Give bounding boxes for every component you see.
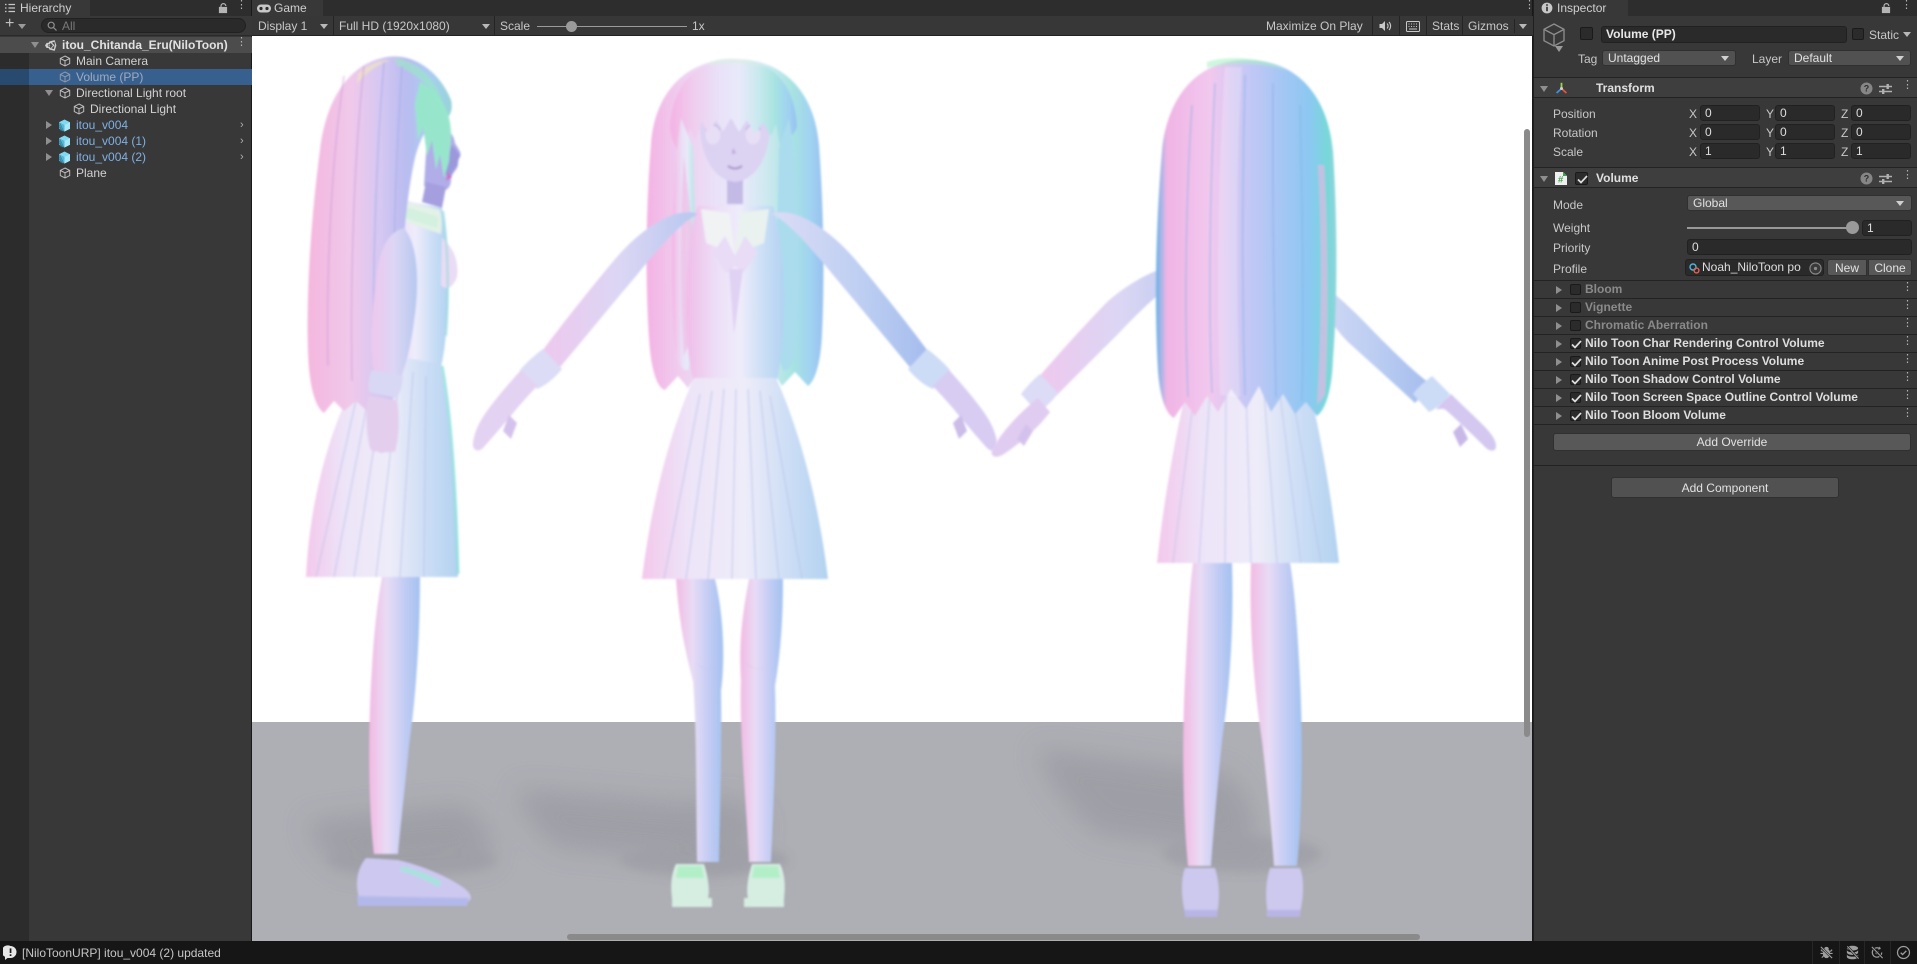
- svg-text:#: #: [1558, 175, 1564, 186]
- svg-text:?: ?: [1864, 174, 1870, 184]
- svg-text:?: ?: [1864, 84, 1870, 94]
